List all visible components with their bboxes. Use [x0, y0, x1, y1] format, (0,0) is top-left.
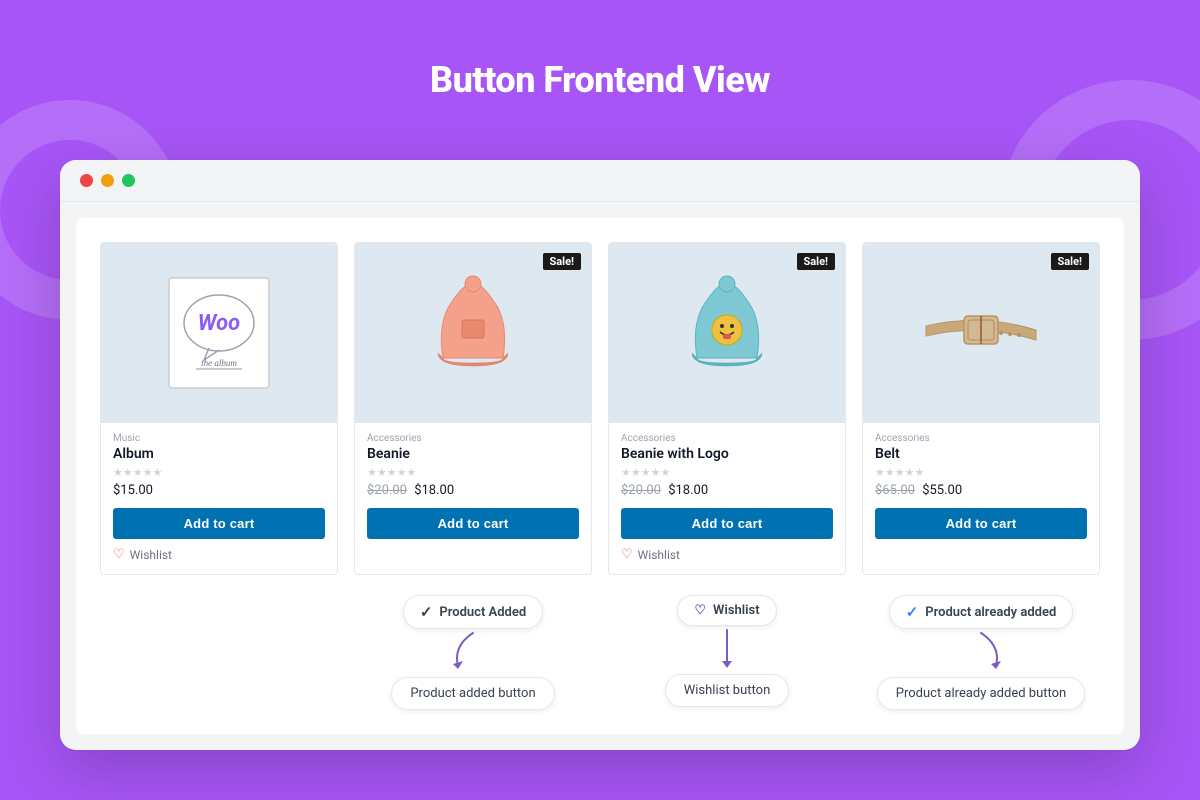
product-name-beanie-logo: Beanie with Logo	[621, 446, 833, 462]
product-stars-beanie-logo: ★★★★★	[621, 466, 833, 479]
wishlist-pill: ♡ Wishlist	[677, 595, 776, 626]
wishlist-label-album: Wishlist	[130, 548, 172, 562]
product-added-button-label: Product added button	[391, 677, 554, 710]
album-illustration: Woo the album	[154, 268, 284, 398]
sale-badge-beanie-logo: Sale!	[797, 253, 836, 270]
product-card-belt: Sale!	[862, 242, 1100, 575]
annotation-area: ✓ Product Added Product added button ♡ W…	[100, 595, 1100, 718]
products-grid: Woo the album Music Album ★★★★★ $15.00 A…	[100, 242, 1100, 575]
arrow-belt	[951, 631, 1011, 671]
product-name-beanie: Beanie	[367, 446, 579, 462]
sale-badge-belt: Sale!	[1051, 253, 1090, 270]
product-card-beanie-logo: Sale!	[608, 242, 846, 575]
product-stars-album: ★★★★★	[113, 466, 325, 479]
sale-badge-beanie: Sale!	[543, 253, 582, 270]
product-name-album: Album	[113, 446, 325, 462]
browser-window: Woo the album Music Album ★★★★★ $15.00 A…	[60, 160, 1140, 750]
page-header: Button Frontend View	[0, 0, 1200, 160]
product-card-album: Woo the album Music Album ★★★★★ $15.00 A…	[100, 242, 338, 575]
add-to-cart-beanie-logo[interactable]: Add to cart	[621, 508, 833, 539]
wishlist-link-album[interactable]: ♡ Wishlist	[113, 547, 325, 562]
product-card-beanie: Sale! Accessories Beanie	[354, 242, 592, 575]
beanie-logo-illustration	[662, 268, 792, 398]
check-blue-icon: ✓	[906, 603, 919, 621]
product-price-album: $15.00	[113, 483, 325, 498]
browser-content: Woo the album Music Album ★★★★★ $15.00 A…	[76, 218, 1124, 734]
product-info-beanie: Accessories Beanie ★★★★★ $20.00 $18.00 A…	[355, 423, 591, 551]
product-price-belt: $65.00 $55.00	[875, 483, 1087, 498]
browser-toolbar	[60, 160, 1140, 202]
product-added-pill: ✓ Product Added	[403, 595, 543, 629]
wishlist-pill-label: Wishlist	[713, 603, 760, 618]
svg-text:the album: the album	[201, 358, 237, 368]
product-image-belt: Sale!	[863, 243, 1099, 423]
product-added-label: Product Added	[439, 605, 526, 620]
annotation-col-beanie: ✓ Product Added Product added button	[354, 595, 592, 710]
add-to-cart-belt[interactable]: Add to cart	[875, 508, 1087, 539]
product-category-album: Music	[113, 433, 325, 444]
product-already-added-button-label: Product already added button	[877, 677, 1086, 710]
annotation-col-beanie-logo: ♡ Wishlist Wishlist button	[608, 595, 846, 710]
product-name-belt: Belt	[875, 446, 1087, 462]
product-info-belt: Accessories Belt ★★★★★ $65.00 $55.00 Add…	[863, 423, 1099, 551]
product-category-belt: Accessories	[875, 433, 1087, 444]
wishlist-link-beanie-logo[interactable]: ♡ Wishlist	[621, 547, 833, 562]
product-info-album: Music Album ★★★★★ $15.00 Add to cart ♡ W…	[101, 423, 337, 574]
price-original-belt: $65.00	[875, 483, 915, 498]
wishlist-label-beanie-logo: Wishlist	[638, 548, 680, 562]
svg-text:Woo: Woo	[198, 311, 240, 336]
beanie-illustration	[408, 268, 538, 398]
arrow-beanie	[443, 631, 503, 671]
product-stars-beanie: ★★★★★	[367, 466, 579, 479]
add-to-cart-album[interactable]: Add to cart	[113, 508, 325, 539]
product-image-album: Woo the album	[101, 243, 337, 423]
heart-icon-album: ♡	[113, 547, 125, 562]
heart-pill-icon: ♡	[694, 603, 706, 618]
check-icon: ✓	[420, 603, 433, 621]
product-image-beanie-logo: Sale!	[609, 243, 845, 423]
product-category-beanie-logo: Accessories	[621, 433, 833, 444]
price-original-beanie: $20.00	[367, 483, 407, 498]
browser-dot-yellow[interactable]	[101, 174, 114, 187]
product-already-added-label: Product already added	[925, 605, 1056, 620]
product-price-beanie: $20.00 $18.00	[367, 483, 579, 498]
browser-dot-green[interactable]	[122, 174, 135, 187]
page-title: Button Frontend View	[430, 59, 770, 101]
product-price-beanie-logo: $20.00 $18.00	[621, 483, 833, 498]
annotation-col-belt: ✓ Product already added Product already …	[862, 595, 1100, 710]
browser-dot-red[interactable]	[80, 174, 93, 187]
product-already-added-pill: ✓ Product already added	[889, 595, 1074, 629]
arrow-wishlist	[697, 628, 757, 668]
heart-icon-beanie-logo: ♡	[621, 547, 633, 562]
price-original-beanie-logo: $20.00	[621, 483, 661, 498]
wishlist-button-label: Wishlist button	[665, 674, 790, 707]
add-to-cart-beanie[interactable]: Add to cart	[367, 508, 579, 539]
product-info-beanie-logo: Accessories Beanie with Logo ★★★★★ $20.0…	[609, 423, 845, 574]
annotation-col-1	[100, 595, 338, 710]
product-stars-belt: ★★★★★	[875, 466, 1087, 479]
product-category-beanie: Accessories	[367, 433, 579, 444]
belt-illustration	[916, 268, 1046, 398]
product-image-beanie: Sale!	[355, 243, 591, 423]
